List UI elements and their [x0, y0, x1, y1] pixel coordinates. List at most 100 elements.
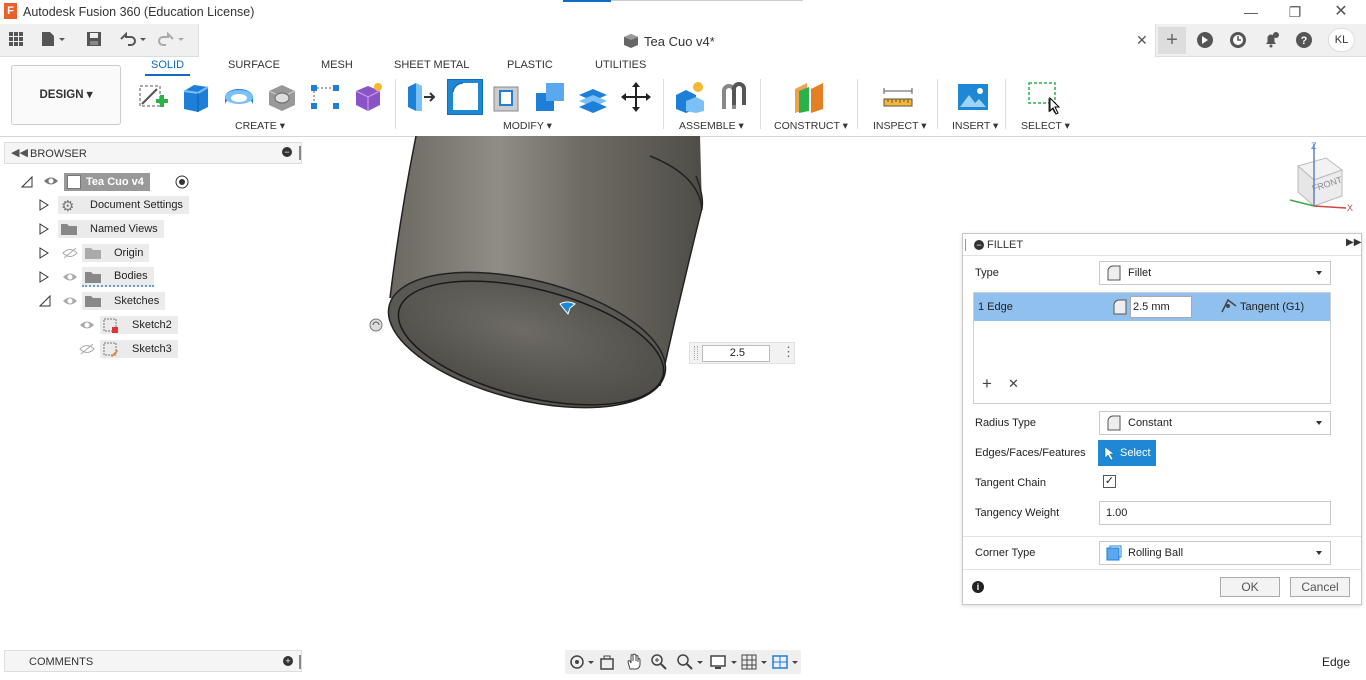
- workspace-switcher[interactable]: DESIGN ▾: [11, 65, 121, 125]
- browser-item-origin[interactable]: Origin: [82, 243, 150, 263]
- minimize-icon[interactable]: —: [1236, 2, 1266, 22]
- cylinder-model[interactable]: [360, 135, 720, 419]
- tangent-chain-checkbox[interactable]: ✓: [1103, 475, 1116, 488]
- tangency-weight-input[interactable]: 1.00: [1099, 501, 1331, 525]
- browser-item-named-views[interactable]: Named Views: [58, 219, 164, 239]
- collapse-browser-icon[interactable]: ◀◀: [11, 146, 28, 159]
- data-panel-grid-icon[interactable]: [8, 31, 24, 51]
- restore-icon[interactable]: ❐: [1280, 2, 1310, 22]
- fillet-tool-icon[interactable]: [447, 79, 483, 115]
- viewcube[interactable]: FRONT Z X: [1284, 140, 1356, 219]
- visibility-eye-icon[interactable]: [62, 295, 78, 310]
- modify-group-menu[interactable]: MODIFY ▾: [503, 120, 552, 132]
- pattern-icon[interactable]: [309, 81, 341, 113]
- drag-handle-icon[interactable]: [694, 346, 698, 360]
- cancel-button[interactable]: Cancel: [1290, 577, 1350, 597]
- construct-group-menu[interactable]: CONSTRUCT ▾: [774, 120, 848, 132]
- tab-sheet-metal[interactable]: SHEET METAL: [394, 59, 469, 71]
- select-group-menu[interactable]: SELECT ▾: [1021, 120, 1070, 132]
- extrude-icon[interactable]: [180, 81, 212, 113]
- pan-hand-icon[interactable]: [626, 653, 642, 674]
- corner-type-dropdown[interactable]: Rolling Ball: [1099, 541, 1331, 565]
- inspect-group-menu[interactable]: INSPECT ▾: [873, 120, 927, 132]
- browser-item-sketch3[interactable]: Sketch3: [100, 339, 178, 359]
- undo-icon[interactable]: [118, 31, 148, 51]
- document-tab[interactable]: Tea Cuo v4* ✕: [198, 24, 1156, 57]
- help-icon[interactable]: ?: [1295, 31, 1313, 52]
- radius-type-dropdown[interactable]: Constant: [1099, 411, 1331, 435]
- close-tab-icon[interactable]: ✕: [1136, 32, 1148, 49]
- tab-utilities[interactable]: UTILITIES: [595, 59, 646, 71]
- type-dropdown[interactable]: Fillet: [1099, 261, 1331, 285]
- combine-icon[interactable]: [534, 81, 566, 113]
- info-icon[interactable]: i: [972, 581, 984, 593]
- tree-expand-icon[interactable]: [39, 223, 49, 238]
- new-tab-icon[interactable]: +: [1158, 27, 1186, 54]
- add-comment-icon[interactable]: +: [283, 656, 293, 666]
- browser-item-document-settings[interactable]: ⚙ Document Settings: [58, 195, 189, 215]
- select-edges-button[interactable]: Select: [1098, 440, 1156, 466]
- job-status-icon[interactable]: [1229, 31, 1247, 52]
- fit-zoom-icon[interactable]: [677, 654, 705, 673]
- radius-dimension-input[interactable]: 2.5: [702, 345, 770, 362]
- dialog-grip-icon[interactable]: [965, 239, 967, 251]
- measure-icon[interactable]: [882, 81, 914, 113]
- orbit-icon[interactable]: [569, 654, 597, 673]
- extensions-icon[interactable]: [1196, 31, 1214, 52]
- active-component-radio-icon[interactable]: [175, 175, 189, 192]
- create-group-menu[interactable]: CREATE ▾: [235, 120, 285, 132]
- shell-icon[interactable]: [491, 81, 523, 113]
- save-icon[interactable]: [86, 31, 102, 51]
- hole-icon[interactable]: [266, 81, 298, 113]
- zoom-icon[interactable]: [651, 654, 667, 673]
- tree-expand-root-icon[interactable]: [20, 175, 33, 191]
- revolve-icon[interactable]: [223, 81, 255, 113]
- redo-icon[interactable]: [158, 31, 188, 51]
- tab-surface[interactable]: SURFACE: [228, 59, 280, 71]
- ok-button[interactable]: OK: [1220, 577, 1280, 597]
- edge-radius-input[interactable]: 2.5 mm: [1130, 296, 1192, 318]
- tree-expand-icon[interactable]: [39, 271, 49, 286]
- viewports-icon[interactable]: [772, 654, 802, 673]
- insert-group-menu[interactable]: INSERT ▾: [952, 120, 998, 132]
- hidden-eye-icon[interactable]: [62, 247, 78, 262]
- browser-item-bodies[interactable]: Bodies: [82, 267, 154, 287]
- close-window-icon[interactable]: ✕: [1326, 2, 1356, 22]
- tab-mesh[interactable]: MESH: [321, 59, 353, 71]
- tab-solid[interactable]: SOLID: [145, 59, 191, 76]
- visibility-eye-icon[interactable]: [43, 175, 59, 190]
- grid-settings-icon[interactable]: [741, 654, 771, 673]
- browser-item-sketch2[interactable]: Sketch2: [100, 315, 178, 335]
- visibility-eye-icon[interactable]: [62, 271, 78, 286]
- expand-dialog-icon[interactable]: ▶▶: [1346, 237, 1361, 248]
- tree-expand-icon[interactable]: [39, 199, 49, 214]
- create-sketch-icon[interactable]: [137, 81, 169, 113]
- edge-row-selected[interactable]: 1 Edge 2.5 mm Tangent (G1): [974, 293, 1330, 321]
- browser-root-item[interactable]: Tea Cuo v4: [64, 172, 150, 192]
- joint-icon[interactable]: [718, 81, 750, 113]
- tree-expand-icon[interactable]: [39, 247, 49, 262]
- move-copy-icon[interactable]: [620, 81, 652, 113]
- hidden-eye-icon[interactable]: [79, 343, 95, 358]
- look-at-icon[interactable]: [599, 654, 615, 673]
- user-avatar[interactable]: KL: [1328, 28, 1355, 52]
- edge-continuity[interactable]: Tangent (G1): [1240, 301, 1304, 313]
- browser-minimize-icon[interactable]: −: [282, 147, 292, 157]
- remove-edge-icon[interactable]: ✕: [1008, 377, 1019, 391]
- comments-pin-icon[interactable]: [299, 655, 301, 669]
- file-menu-icon[interactable]: [40, 31, 66, 51]
- visibility-eye-icon[interactable]: [79, 319, 95, 334]
- display-settings-icon[interactable]: [710, 654, 740, 673]
- offset-face-icon[interactable]: [577, 81, 609, 113]
- more-options-icon[interactable]: ⋮: [782, 345, 795, 359]
- offset-plane-icon[interactable]: [793, 81, 825, 113]
- insert-image-icon[interactable]: [957, 81, 989, 113]
- press-pull-icon[interactable]: [404, 81, 436, 113]
- collapse-dialog-icon[interactable]: −: [974, 240, 984, 250]
- notifications-icon[interactable]: [1262, 31, 1280, 52]
- browser-pin-icon[interactable]: [299, 146, 301, 160]
- create-form-icon[interactable]: [352, 81, 384, 113]
- add-edge-icon[interactable]: +: [982, 375, 992, 392]
- assemble-group-menu[interactable]: ASSEMBLE ▾: [679, 120, 744, 132]
- tree-collapse-icon[interactable]: [38, 294, 51, 310]
